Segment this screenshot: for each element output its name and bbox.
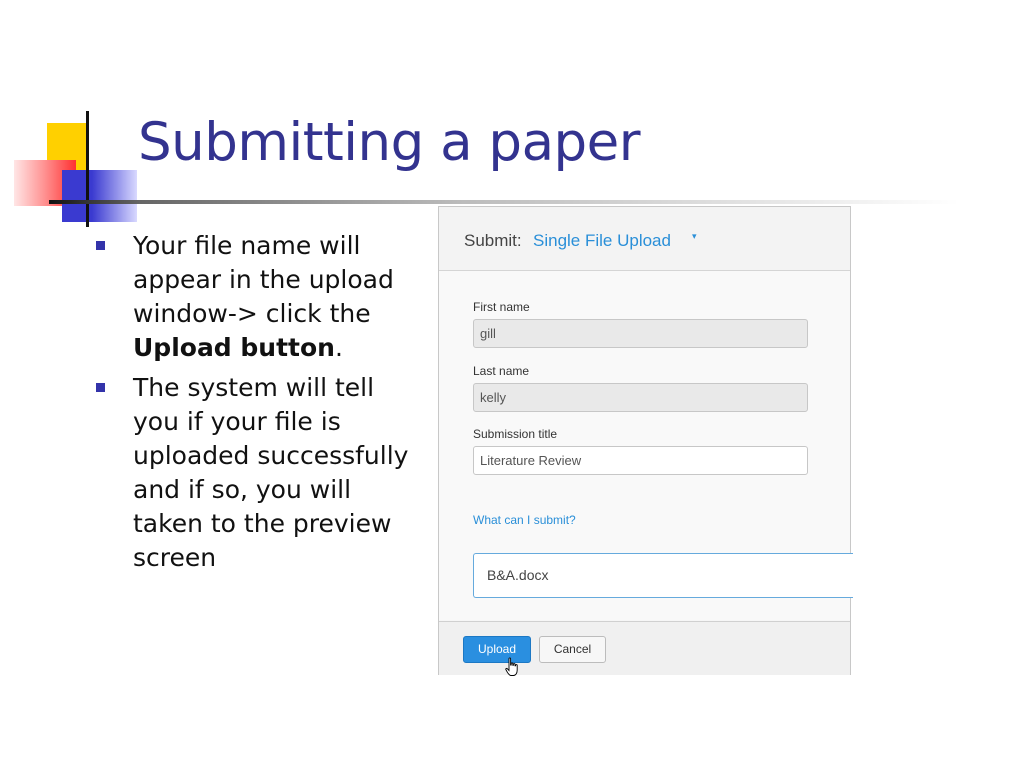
what-can-i-submit-link[interactable]: What can I submit? bbox=[473, 513, 576, 527]
bullet-text-end: . bbox=[334, 333, 343, 362]
dialog-body: First name gill Last name kelly Submissi… bbox=[439, 271, 853, 620]
dialog-footer: Upload Cancel bbox=[439, 621, 850, 676]
cancel-button[interactable]: Cancel bbox=[539, 636, 606, 663]
last-name-label: Last name bbox=[473, 364, 530, 378]
first-name-label: First name bbox=[473, 300, 530, 314]
bullet-list: Your file name will appear in the upload… bbox=[95, 229, 415, 581]
bullet-marker-icon bbox=[96, 383, 105, 392]
last-name-field[interactable]: kelly bbox=[473, 383, 808, 412]
bullet-text: The system will tell you if your file is… bbox=[133, 373, 409, 572]
bullet-marker-icon bbox=[96, 241, 105, 250]
slide-title: Submitting a paper bbox=[138, 112, 641, 173]
upload-dialog-screenshot: Submit: Single File Upload ▾ First name … bbox=[438, 206, 853, 676]
bullet-bold-text: Upload button bbox=[133, 333, 335, 362]
bullet-item: Your file name will appear in the upload… bbox=[95, 229, 415, 365]
first-name-field[interactable]: gill bbox=[473, 319, 808, 348]
dialog-header: Submit: Single File Upload ▾ bbox=[439, 207, 850, 271]
decor-vertical-line bbox=[86, 111, 89, 227]
decor-horizontal-line bbox=[49, 200, 959, 204]
bullet-text: Your file name will appear in the upload… bbox=[133, 231, 394, 328]
upload-button[interactable]: Upload bbox=[463, 636, 531, 663]
bullet-item: The system will tell you if your file is… bbox=[95, 371, 415, 575]
hand-pointer-icon bbox=[505, 657, 518, 676]
submission-title-field[interactable]: Literature Review bbox=[473, 446, 808, 475]
submit-label: Submit: bbox=[464, 231, 522, 250]
upload-mode-dropdown[interactable]: Single File Upload bbox=[533, 231, 671, 251]
decor-blue-square bbox=[62, 170, 137, 222]
submission-title-label: Submission title bbox=[473, 427, 558, 441]
selected-file-box[interactable]: B&A.docx bbox=[473, 553, 853, 598]
chevron-down-icon[interactable]: ▾ bbox=[692, 232, 697, 242]
